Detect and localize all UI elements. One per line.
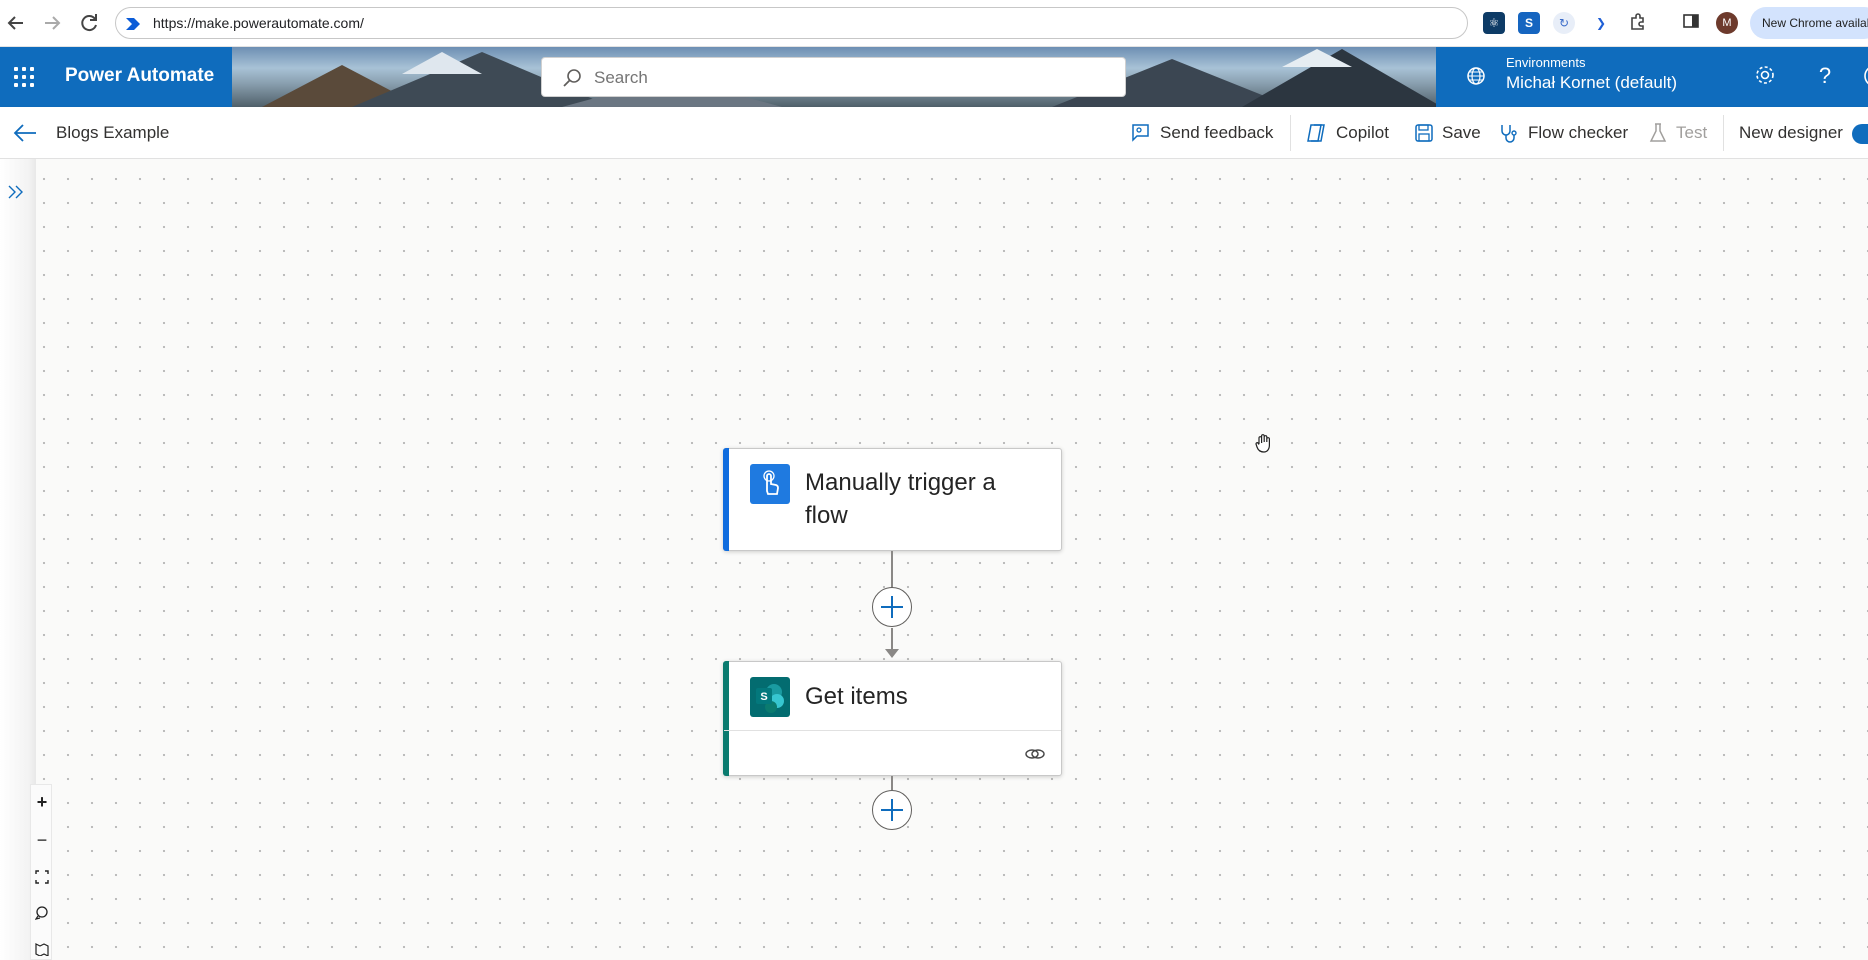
copilot-icon [1307, 124, 1325, 142]
forward-arrow-icon[interactable] [40, 11, 64, 35]
svg-text:S: S [760, 691, 767, 703]
automate-extension-icon[interactable]: ❯ [1590, 12, 1612, 34]
new-designer-toggle[interactable] [1852, 124, 1868, 144]
app-header: Power Automate Environments Michał Korne… [0, 47, 1868, 107]
copilot-button[interactable]: Copilot [1304, 119, 1389, 147]
browser-toolbar: https://make.powerautomate.com/ ⚛ S ↻ ❯ … [0, 0, 1868, 47]
trigger-title-line1: Manually trigger a [805, 469, 996, 496]
reload-icon[interactable] [77, 11, 101, 35]
fit-view-icon[interactable] [33, 869, 51, 887]
trigger-node-manually-trigger[interactable]: Manually trigger a flow [723, 448, 1062, 551]
minimap-icon[interactable] [33, 941, 51, 959]
get-items-title: Get items [805, 683, 908, 710]
new-designer-text: New designer [1739, 123, 1843, 142]
expand-chevron-icon[interactable] [6, 182, 26, 202]
environment-picker[interactable]: Environments Michał Kornet (default) [1436, 47, 1868, 107]
sync-extension-icon[interactable]: ↻ [1553, 12, 1575, 34]
search-box[interactable] [541, 57, 1126, 97]
flask-icon [1649, 123, 1667, 142]
zoom-controls: + − [30, 784, 52, 960]
add-step-button[interactable] [872, 587, 912, 627]
flow-name: Blogs Example [56, 123, 170, 142]
zoom-out-icon[interactable]: − [33, 831, 51, 849]
settings-gear-icon[interactable] [1752, 63, 1778, 89]
environment-label: Environments [1506, 55, 1586, 70]
designer-canvas[interactable] [0, 159, 1868, 960]
url-text: https://make.powerautomate.com/ [153, 15, 364, 31]
command-bar: Blogs Example Send feedback Copilot Save… [0, 107, 1868, 159]
feedback-icon [1132, 124, 1149, 142]
test-button[interactable]: Test [1648, 119, 1707, 147]
trigger-title-line2: flow [805, 502, 848, 529]
search-icon [563, 69, 581, 87]
search-input[interactable] [594, 66, 1094, 90]
app-launcher-icon[interactable] [12, 65, 36, 89]
send-feedback-button[interactable]: Send feedback [1130, 119, 1273, 147]
save-label: Save [1442, 123, 1481, 142]
save-button[interactable]: Save [1414, 119, 1481, 147]
node-divider [724, 730, 1061, 731]
touch-hand-icon [750, 464, 790, 504]
react-devtools-icon[interactable]: ⚛ [1483, 12, 1505, 34]
zoom-in-icon[interactable]: + [33, 793, 51, 811]
connector-line [891, 551, 893, 589]
sharepoint-icon: S [750, 677, 790, 717]
add-step-button[interactable] [872, 790, 912, 830]
new-designer-label: New designer [1739, 119, 1843, 147]
app-title[interactable]: Power Automate [65, 65, 214, 87]
profile-avatar[interactable]: M [1716, 12, 1738, 34]
copilot-label: Copilot [1336, 123, 1389, 142]
side-panel-icon[interactable] [1680, 12, 1702, 34]
power-automate-favicon-icon [126, 18, 140, 30]
stethoscope-icon [1501, 125, 1517, 143]
back-arrow-icon[interactable] [12, 121, 38, 145]
environment-name: Michał Kornet (default) [1506, 73, 1678, 92]
back-arrow-icon[interactable] [4, 11, 28, 35]
connector-line [891, 776, 893, 790]
trigger-accent-bar [723, 448, 729, 551]
environment-globe-icon [1467, 67, 1485, 85]
flow-checker-button[interactable]: Flow checker [1498, 119, 1628, 147]
action-accent-bar [723, 661, 729, 776]
send-feedback-label: Send feedback [1160, 123, 1274, 142]
hand-cursor-icon [1255, 434, 1270, 453]
action-node-get-items[interactable]: S Get items [723, 661, 1062, 776]
s-extension-icon[interactable]: S [1518, 12, 1540, 34]
save-icon [1415, 124, 1433, 142]
flow-checker-label: Flow checker [1528, 123, 1629, 142]
account-icon[interactable] [1858, 63, 1868, 89]
extensions-puzzle-icon[interactable] [1627, 12, 1649, 34]
connector-arrow-icon [885, 649, 899, 658]
comment-icon[interactable] [33, 905, 51, 923]
address-bar[interactable]: https://make.powerautomate.com/ [115, 7, 1468, 39]
connection-link-icon[interactable] [1024, 745, 1046, 763]
chrome-update-button[interactable]: New Chrome availab [1750, 7, 1868, 39]
trigger-node-title: Manually trigger a flow [805, 466, 1045, 532]
help-question-icon[interactable]: ? [1812, 63, 1838, 89]
test-label: Test [1676, 123, 1708, 142]
